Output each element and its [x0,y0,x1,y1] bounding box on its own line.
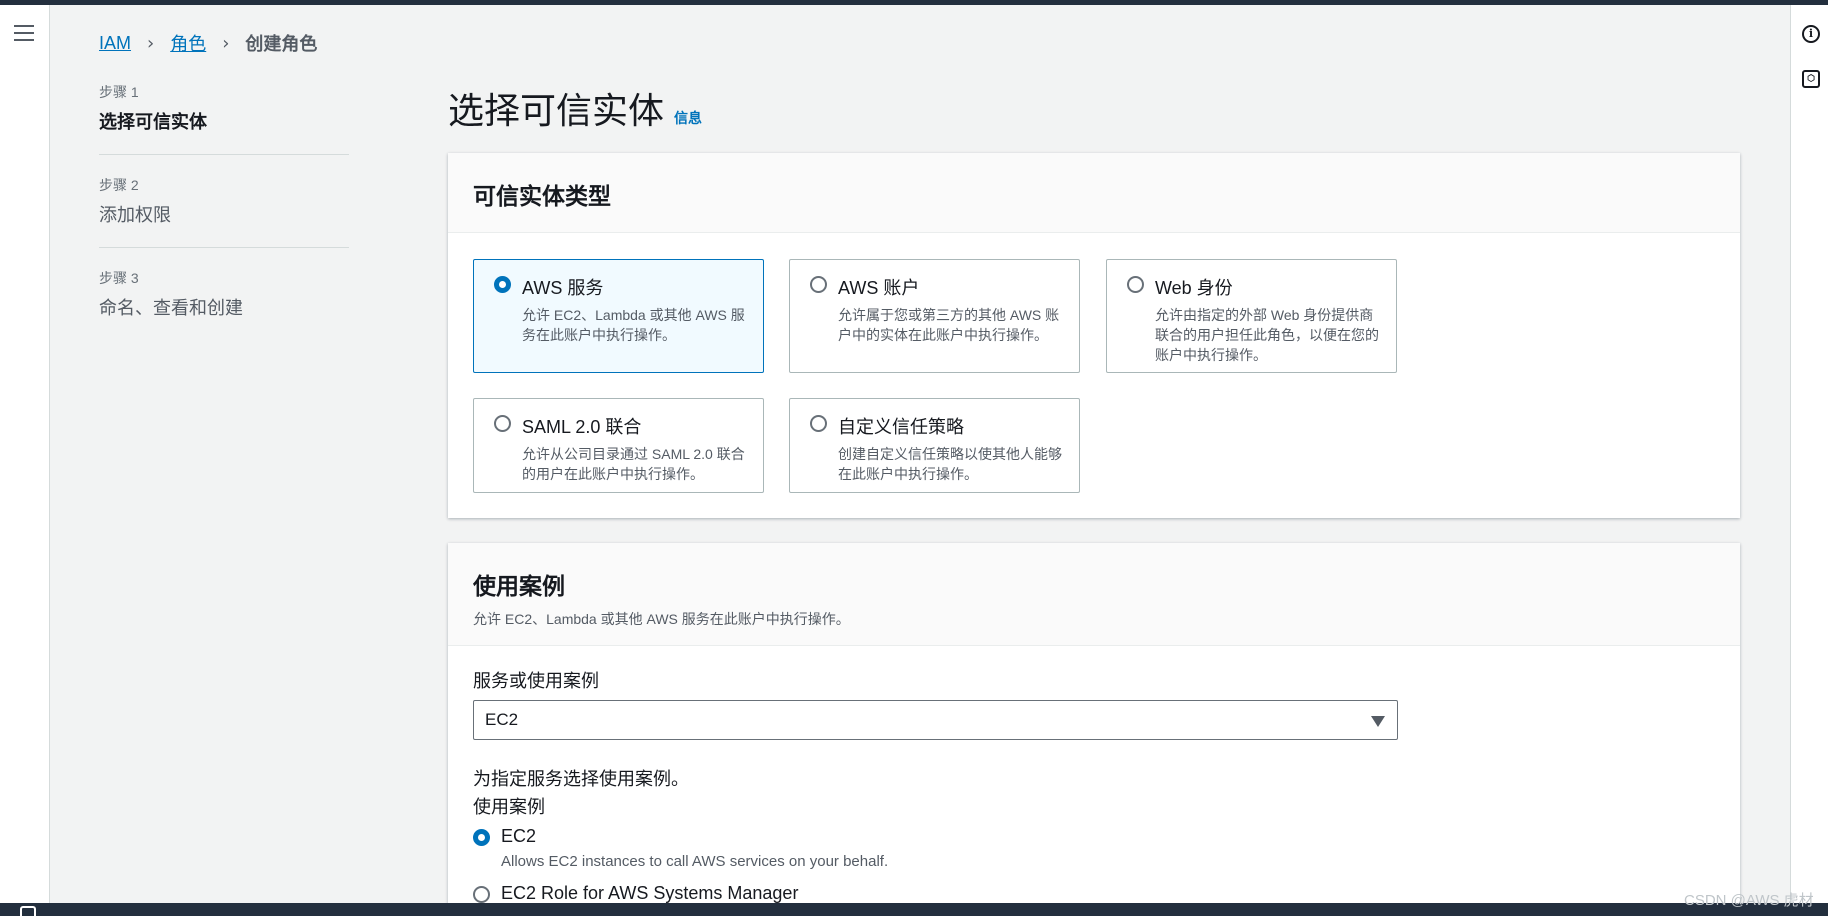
use-case-container: 使用案例 允许 EC2、Lambda 或其他 AWS 服务在此账户中执行操作。 … [448,543,1740,905]
tile-description: 允许由指定的外部 Web 身份提供商联合的用户担任此角色，以便在您的账户中执行操… [1155,307,1379,363]
step-1: 步骤 1 选择可信实体 [99,82,349,155]
container-header: 使用案例 允许 EC2、Lambda 或其他 AWS 服务在此账户中执行操作。 [448,543,1740,646]
step-label: 步骤 1 [99,84,139,100]
radio-button[interactable] [810,276,827,293]
chevron-right-icon: › [222,32,230,54]
cloudshell-icon[interactable]: ⬡ [1802,70,1820,88]
service-field-label: 服务或使用案例 [473,671,599,691]
breadcrumb: IAM › 角色 › 创建角色 [99,30,317,56]
use-case-description: Allows EC2 instances to call AWS service… [501,853,889,870]
page-header: 选择可信实体 信息 [448,82,702,134]
watermark: CSDN @AWS 虎材 [1684,892,1814,909]
wizard-steps: 步骤 1 选择可信实体 步骤 2 添加权限 步骤 3 命名、查看和创建 [99,82,349,360]
breadcrumb-current: 创建角色 [245,34,318,54]
tile-description: 允许 EC2、Lambda 或其他 AWS 服务在此账户中执行操作。 [522,307,745,343]
radio-button[interactable] [494,276,511,293]
use-case-option-ec2-ssm[interactable]: EC2 Role for AWS Systems Manager [473,883,798,904]
use-case-label: 使用案例 [473,797,545,817]
tile-web-identity[interactable]: Web 身份 允许由指定的外部 Web 身份提供商联合的用户担任此角色，以便在您… [1106,259,1397,373]
page-title: 选择可信实体 [448,90,665,131]
tile-saml-federation[interactable]: SAML 2.0 联合 允许从公司目录通过 SAML 2.0 联合的用户在此账户… [473,398,764,493]
container-heading: 可信实体类型 [473,183,611,209]
radio-button[interactable] [1127,276,1144,293]
use-case-title: EC2 Role for AWS Systems Manager [501,883,799,903]
tile-description: 创建自定义信任策略以使其他人能够在此账户中执行操作。 [838,446,1062,482]
tile-aws-service[interactable]: AWS 服务 允许 EC2、Lambda 或其他 AWS 服务在此账户中执行操作… [473,259,764,373]
tile-description: 允许属于您或第三方的其他 AWS 账户中的实体在此账户中执行操作。 [838,307,1060,343]
trusted-entity-type-container: 可信实体类型 AWS 服务 允许 EC2、Lambda 或其他 AWS 服务在此… [448,153,1740,518]
step-label: 步骤 3 [99,270,139,286]
step-label: 步骤 2 [99,177,139,193]
tile-title: 自定义信任策略 [838,417,964,437]
step-3[interactable]: 步骤 3 命名、查看和创建 [99,268,349,340]
radio-button[interactable] [494,415,511,432]
tile-description: 允许从公司目录通过 SAML 2.0 联合的用户在此账户中执行操作。 [522,446,745,482]
step-title: 命名、查看和创建 [99,298,243,318]
container-description: 允许 EC2、Lambda 或其他 AWS 服务在此账户中执行操作。 [473,611,850,627]
tile-title: AWS 服务 [522,278,604,298]
chevron-right-icon: › [147,32,155,54]
right-tools-rail: i ⬡ [1790,5,1828,903]
container-header: 可信实体类型 [448,153,1740,233]
radio-button[interactable] [473,829,490,846]
service-select[interactable]: EC2 [473,700,1398,740]
tile-title: SAML 2.0 联合 [522,417,642,437]
left-navigation-rail [0,5,50,903]
use-case-option-ec2[interactable]: EC2 Allows EC2 instances to call AWS ser… [473,826,888,870]
info-icon[interactable]: i [1802,25,1820,43]
tile-custom-trust-policy[interactable]: 自定义信任策略 创建自定义信任策略以使其他人能够在此账户中执行操作。 [789,398,1080,493]
step-2[interactable]: 步骤 2 添加权限 [99,175,349,248]
tile-title: AWS 账户 [838,278,920,298]
caret-down-icon [1371,716,1385,727]
step-title: 添加权限 [99,205,171,225]
bottom-bar [0,903,1828,916]
service-select-value: EC2 [485,710,519,729]
breadcrumb-link-roles[interactable]: 角色 [170,30,206,56]
tile-aws-account[interactable]: AWS 账户 允许属于您或第三方的其他 AWS 账户中的实体在此账户中执行操作。 [789,259,1080,373]
use-case-title: EC2 [501,826,537,846]
choose-use-case-text: 为指定服务选择使用案例。 [473,769,689,789]
cloudshell-icon[interactable] [20,906,36,916]
top-bar [0,0,1828,5]
step-title: 选择可信实体 [99,112,207,132]
container-heading: 使用案例 [473,573,565,599]
radio-button[interactable] [810,415,827,432]
radio-button[interactable] [473,886,490,903]
hamburger-menu-icon[interactable] [14,25,34,41]
info-link[interactable]: 信息 [674,108,702,128]
breadcrumb-link-iam[interactable]: IAM [99,33,131,54]
tile-title: Web 身份 [1155,278,1233,298]
